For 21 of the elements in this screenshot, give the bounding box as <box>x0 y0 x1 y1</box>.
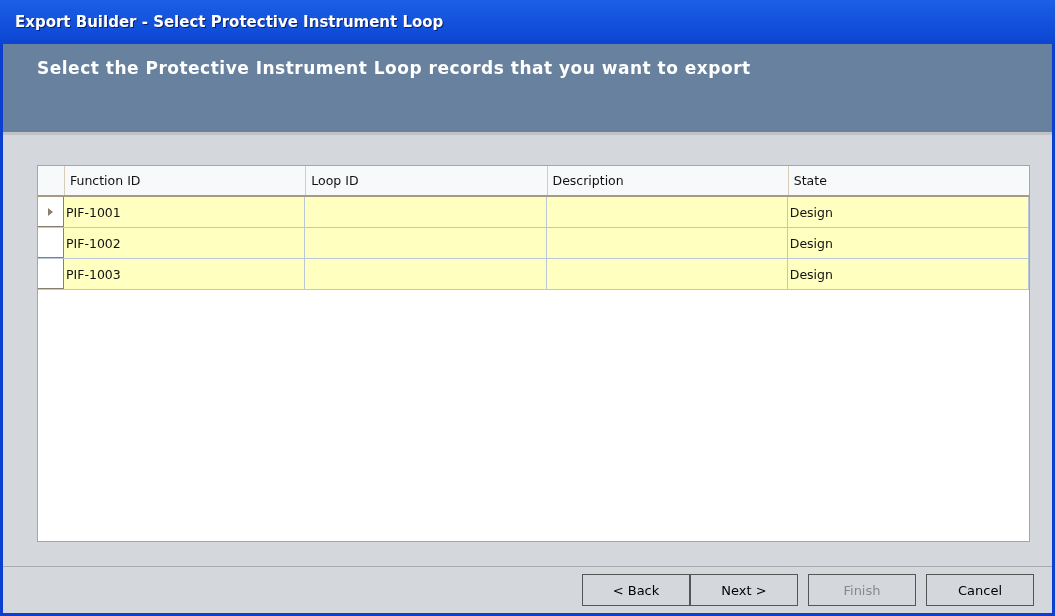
row-header[interactable] <box>38 228 64 258</box>
column-header[interactable]: Function ID <box>64 166 306 195</box>
table-cell: PIF-1003 <box>66 266 121 282</box>
column-header[interactable]: Loop ID <box>305 166 547 195</box>
wizard-button[interactable]: < Back <box>582 574 690 606</box>
column-header[interactable]: Description <box>546 166 788 195</box>
table-cell: Design <box>789 235 833 251</box>
wizard-button[interactable]: Next > <box>690 574 798 606</box>
table-cell: Design <box>789 266 833 282</box>
table-row[interactable]: PIF-1003 Design <box>38 259 1029 290</box>
table-cell: Design <box>789 204 833 220</box>
instruction-text: Select the Protective Instrument Loop records that you want to export <box>37 58 751 78</box>
wizard-button[interactable]: Cancel <box>926 574 1034 606</box>
table-row[interactable]: PIF-1001 Design <box>38 197 1029 228</box>
row-header[interactable] <box>38 197 64 227</box>
row-header[interactable] <box>38 259 64 289</box>
window-title: Export Builder - Select Protective Instrument Loop <box>15 13 444 31</box>
table-row[interactable]: PIF-1002 Design <box>38 228 1029 259</box>
column-header[interactable]: State <box>787 166 1029 195</box>
table-cell: PIF-1001 <box>66 204 121 220</box>
table-cell: PIF-1002 <box>66 235 121 251</box>
